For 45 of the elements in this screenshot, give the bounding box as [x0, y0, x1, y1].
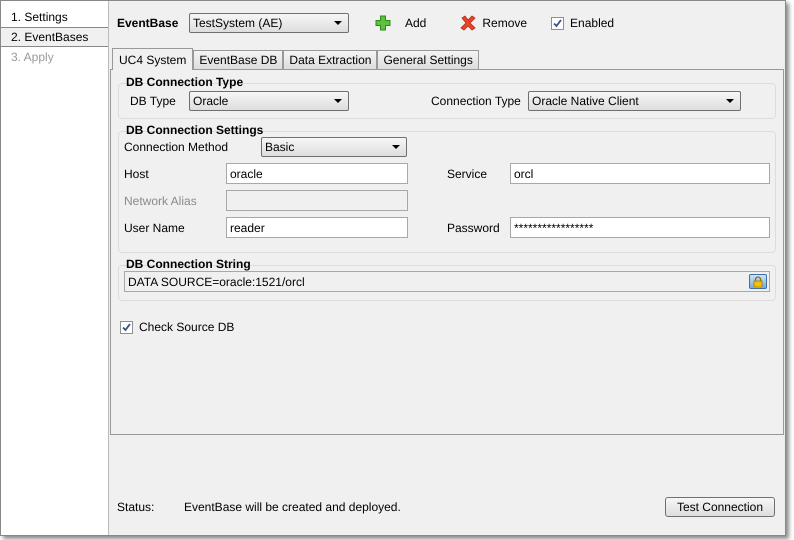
- tab[interactable]: General Settings: [377, 50, 479, 69]
- checkbox[interactable]: [551, 16, 564, 30]
- caret-icon: [726, 99, 734, 103]
- group-title: DB Connection Settings: [125, 123, 264, 138]
- step-item: 3. Apply: [10, 49, 55, 66]
- field-label: Host: [124, 166, 150, 182]
- checkbox-label: Check Source DB: [139, 319, 234, 336]
- input-field[interactable]: reader: [226, 217, 408, 238]
- connection-string-field[interactable]: DATA SOURCE=oracle:1521/orcl: [124, 271, 770, 292]
- status-label: Status:: [117, 499, 156, 516]
- field-label: DB Type: [130, 93, 177, 110]
- field-label: Service: [447, 166, 488, 182]
- lock-button[interactable]: [749, 274, 767, 289]
- tab[interactable]: UC4 System: [112, 48, 194, 70]
- checkbox[interactable]: [120, 320, 133, 334]
- close-icon: [460, 15, 476, 31]
- field-label: Connection Type: [431, 93, 522, 110]
- group-title: DB Connection String: [125, 257, 252, 272]
- lock-icon: [753, 276, 763, 287]
- caret-icon: [334, 99, 342, 103]
- dropdown[interactable]: Oracle: [189, 91, 349, 111]
- caret-icon: [334, 21, 342, 25]
- checkbox-label: Enabled: [570, 15, 614, 32]
- step-item[interactable]: 2. EventBases: [1, 27, 108, 47]
- field-label: Network Alias: [124, 192, 198, 210]
- add-button[interactable]: Add: [373, 14, 428, 32]
- eventbase-label: EventBase: [117, 15, 179, 32]
- status-message: EventBase will be created and deployed.: [184, 499, 401, 516]
- input-field[interactable]: *****************: [510, 217, 770, 238]
- caret-icon: [392, 144, 400, 148]
- group-title: DB Connection Type: [125, 75, 244, 90]
- tab[interactable]: EventBase DB: [193, 50, 284, 69]
- step-item[interactable]: 1. Settings: [1, 7, 108, 27]
- dropdown[interactable]: TestSystem (AE): [189, 13, 349, 33]
- field-label: Connection Method: [124, 138, 230, 156]
- tab[interactable]: Data Extraction: [283, 50, 378, 69]
- remove-button[interactable]: Remove: [458, 14, 530, 32]
- test-connection-button[interactable]: Test Connection: [664, 497, 775, 517]
- input-field[interactable]: orcl: [510, 163, 770, 184]
- plus-icon: [375, 15, 391, 31]
- input-field[interactable]: oracle: [226, 163, 408, 184]
- dropdown[interactable]: Basic: [261, 136, 407, 156]
- dropdown[interactable]: Oracle Native Client: [528, 91, 741, 111]
- field-label: Password: [447, 220, 501, 236]
- field-label: User Name: [124, 220, 186, 236]
